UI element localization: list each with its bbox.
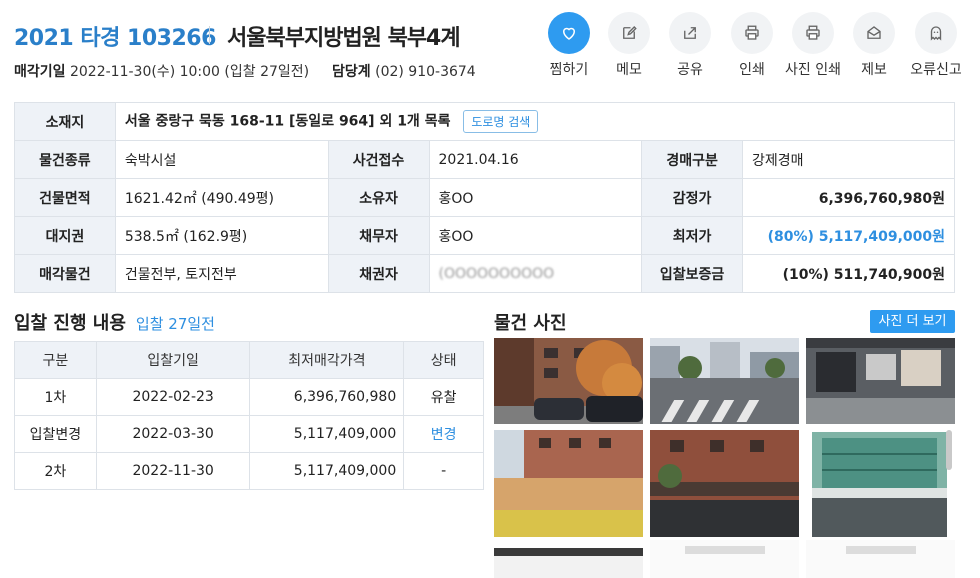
share-icon (684, 27, 696, 39)
road-search-button[interactable]: 도로명 검색 (463, 110, 539, 133)
info-row: 대지권 538.5㎡ (162.9평) 채무자 홍OO 최저가 (80%) 5,… (14, 216, 955, 255)
error-report-label: 오류신고 (910, 62, 962, 78)
photo-scrollbar[interactable] (946, 430, 952, 470)
date-cell: 2022-02-23 (95, 378, 251, 416)
round-cell: 2차 (14, 452, 97, 490)
price-cell: 6,396,760,980 (249, 378, 405, 416)
appraisal-value: 6,396,760,980원 (742, 178, 955, 217)
print-icon (806, 25, 820, 40)
auction-type-label: 경매구분 (641, 140, 744, 179)
bid-section-title-text: 입찰 진행 내용 (14, 313, 126, 334)
sale-date-label: 매각기일 (14, 64, 66, 80)
case-number: 2021 타경 103266 (14, 26, 216, 51)
property-photo[interactable] (494, 430, 643, 537)
report-label: 제보 (861, 62, 887, 78)
memo-icon (623, 26, 637, 39)
property-photo[interactable] (650, 430, 799, 537)
memo-label: 메모 (616, 62, 642, 78)
photo-print-label: 사진 인쇄 (785, 62, 841, 78)
col-header: 최저매각가격 (249, 341, 405, 379)
info-row: 건물면적 1621.42㎡ (490.49평) 소유자 홍OO 감정가 6,39… (14, 178, 955, 217)
location-row: 소재지 서울 중랑구 묵동 168-11 [동일로 964] 외 1개 목록 도… (14, 102, 956, 141)
price-cell: 5,117,409,000 (249, 452, 405, 490)
table-row: 입찰변경 2022-03-30 5,117,409,000 변경 (14, 415, 484, 453)
photo-print-button[interactable]: 사진 인쇄 (778, 12, 848, 79)
report-button[interactable]: 제보 (839, 12, 909, 79)
bid-section-subtitle: 입찰 27일전 (135, 315, 215, 333)
creditor-label: 채권자 (327, 254, 430, 293)
property-photo[interactable] (494, 338, 643, 424)
dept-phone: (02) 910-3674 (375, 64, 476, 80)
col-header: 구분 (14, 341, 97, 379)
status-cell: 유찰 (403, 378, 484, 416)
dept-label: 담당계 (332, 64, 371, 80)
print-icon (745, 25, 759, 40)
sale-items-value: 건물전부, 토지전부 (114, 254, 329, 293)
debtor-label: 채무자 (327, 216, 430, 255)
case-received-value: 2021.04.16 (428, 140, 643, 179)
minimum-price-label: 최저가 (641, 216, 744, 255)
minimum-price-value: (80%) 5,117,409,000원 (742, 216, 955, 255)
action-bar: 찜하기 메모 공유 인쇄 사진 인쇄 제보 오류신고 (540, 12, 976, 82)
land-right-value: 538.5㎡ (162.9평) (114, 216, 329, 255)
property-type-value: 숙박시설 (114, 140, 329, 179)
property-photo[interactable] (806, 338, 955, 424)
col-header: 입찰기일 (95, 341, 251, 379)
building-area-value: 1621.42㎡ (490.49평) (114, 178, 329, 217)
property-photo[interactable] (650, 540, 799, 578)
print-button[interactable]: 인쇄 (717, 12, 787, 79)
error-report-icon (930, 26, 942, 41)
location-label: 소재지 (14, 102, 116, 141)
creditor-text: (OOOOOOOOOO (438, 265, 555, 282)
title-divider (209, 26, 210, 44)
print-label: 인쇄 (739, 62, 765, 78)
auction-type-value: 강제경매 (742, 140, 955, 179)
sale-items-label: 매각물건 (14, 254, 116, 293)
sale-date-line: 매각기일 2022-11-30(수) 10:00 (입찰 27일전) 담당계 (… (14, 61, 476, 81)
memo-button[interactable]: 메모 (594, 12, 664, 79)
round-cell: 1차 (14, 378, 97, 416)
bid-history-table: 구분 입찰기일 최저매각가격 상태 1차 2022-02-23 6,396,76… (14, 341, 484, 490)
share-button[interactable]: 공유 (655, 12, 725, 79)
building-area-label: 건물면적 (14, 178, 116, 217)
court-name: 서울북부지방법원 북부4계 (227, 26, 461, 51)
property-info-table: 소재지 서울 중랑구 묵동 168-11 [동일로 964] 외 1개 목록 도… (14, 102, 956, 293)
bid-header-row: 구분 입찰기일 최저매각가격 상태 (14, 341, 484, 379)
appraisal-label: 감정가 (641, 178, 744, 217)
property-photo[interactable] (806, 540, 955, 578)
creditor-value: (OOOOOOOOOO (428, 254, 643, 293)
share-label: 공유 (677, 62, 703, 78)
col-header: 상태 (403, 341, 484, 379)
owner-value: 홍OO (428, 178, 643, 217)
bid-section-title: 입찰 진행 내용 입찰 27일전 (14, 309, 215, 335)
report-icon (867, 26, 881, 39)
info-row: 물건종류 숙박시설 사건접수 2021.04.16 경매구분 강제경매 (14, 140, 955, 179)
table-row: 2차 2022-11-30 5,117,409,000 - (14, 452, 484, 490)
property-type-label: 물건종류 (14, 140, 116, 179)
case-received-label: 사건접수 (327, 140, 430, 179)
location-cell: 서울 중랑구 묵동 168-11 [동일로 964] 외 1개 목록 도로명 검… (114, 102, 956, 141)
info-row: 매각물건 건물전부, 토지전부 채권자 (OOOOOOOOOO 입찰보증금 (1… (14, 254, 955, 293)
photo-section-title: 물건 사진 (494, 313, 567, 334)
round-cell: 입찰변경 (14, 415, 97, 453)
table-row: 1차 2022-02-23 6,396,760,980 유찰 (14, 378, 484, 416)
status-cell: 변경 (403, 415, 484, 453)
heart-icon (562, 27, 576, 40)
more-photos-button[interactable]: 사진 더 보기 (870, 310, 955, 333)
property-photo[interactable] (494, 548, 643, 578)
price-cell: 5,117,409,000 (249, 415, 405, 453)
error-report-button[interactable]: 오류신고 (901, 12, 971, 79)
sale-date-value: 2022-11-30(수) 10:00 (입찰 27일전) (69, 64, 310, 80)
land-right-label: 대지권 (14, 216, 116, 255)
date-cell: 2022-11-30 (95, 452, 251, 490)
property-photo[interactable] (812, 432, 947, 537)
property-photo[interactable] (650, 338, 799, 424)
status-cell: - (403, 452, 484, 490)
debtor-value: 홍OO (428, 216, 643, 255)
bid-deposit-label: 입찰보증금 (641, 254, 744, 293)
date-cell: 2022-03-30 (95, 415, 251, 453)
owner-label: 소유자 (327, 178, 430, 217)
location-value: 서울 중랑구 묵동 168-11 [동일로 964] 외 1개 목록 (124, 113, 451, 130)
bid-deposit-value: (10%) 511,740,900원 (742, 254, 955, 293)
